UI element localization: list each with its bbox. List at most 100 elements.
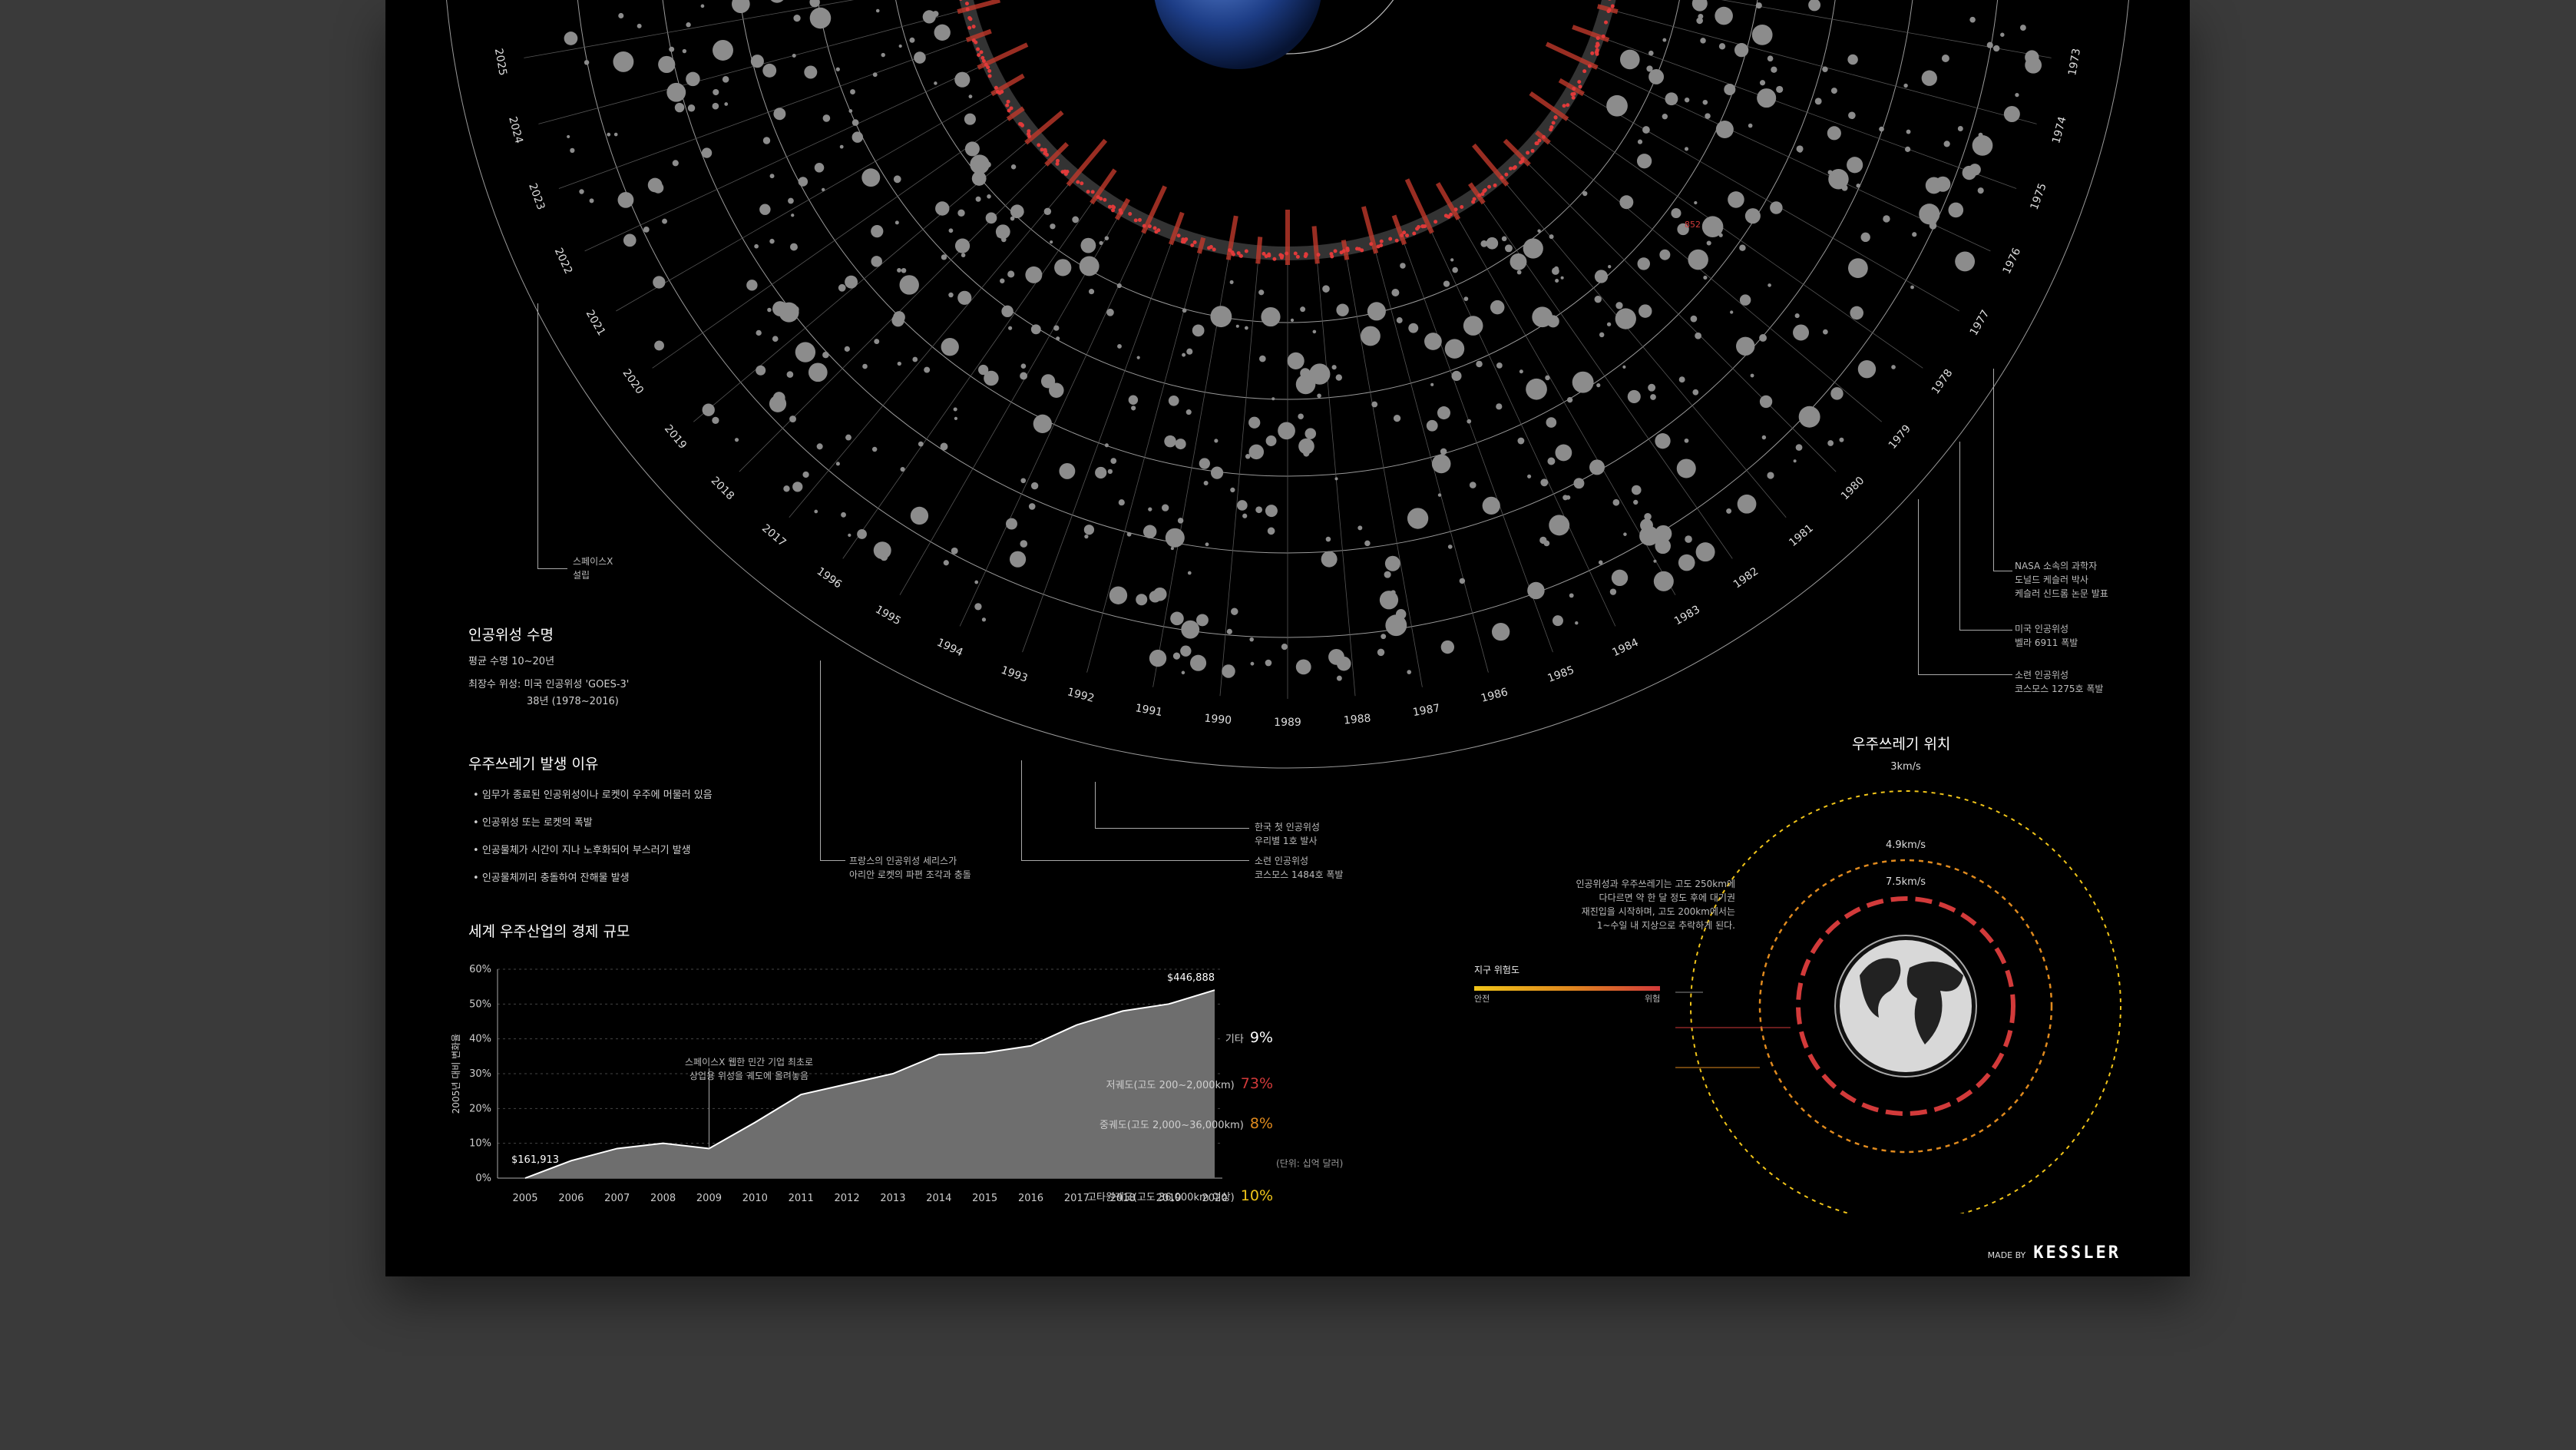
debris-dot [1079,256,1100,276]
debris-speck [1553,115,1558,120]
debris-dot [770,0,784,3]
debris-dot [898,44,902,48]
debris-dot [1919,204,1940,225]
debris-dot [1598,560,1603,565]
debris-dot [1230,487,1235,493]
debris-dot [1921,70,1937,86]
debris-speck [1244,249,1248,253]
year-label: 1983 [1672,604,1702,628]
annotation-spacex: 스페이스X 설립 [573,556,613,581]
debris-dot [1972,135,1993,156]
debris-speck [1272,257,1277,261]
debris-dot [1426,419,1438,432]
debris-dot [1271,397,1275,401]
debris-dot [901,267,907,273]
debris-dot [767,307,772,313]
debris-dot [1759,334,1767,342]
debris-speck [1610,4,1615,8]
debris-speck [1316,253,1321,257]
debris-dot [1110,458,1117,464]
debris-speck [1604,20,1609,25]
debris-dot [637,23,642,28]
debris-dot [918,441,924,447]
debris-speck [1400,233,1404,237]
debris-dot [875,8,880,13]
debris-speck [1345,248,1350,253]
debris-dot [1116,283,1122,289]
debris-dot [1798,406,1820,428]
debris-cause-title: 우주쓰레기 발생 이유 [468,756,599,773]
debris-dot [1030,482,1039,490]
debris-dot [2000,32,2005,37]
debris-dot [1560,276,1564,280]
debris-dot [1185,409,1192,415]
debris-dot [1054,259,1072,276]
debris-dot [1941,55,1949,62]
debris-dot [845,434,852,441]
debris-dot [1384,571,1391,578]
spoke-line [1564,117,1923,369]
debris-dot [1808,0,1821,12]
debris-speck [1500,175,1504,180]
debris-speck [1595,48,1599,52]
debris-dot [1177,518,1184,524]
debris-dot [1020,478,1027,484]
debris-speck [967,15,972,20]
debris-dot [1684,97,1690,103]
poster: 2025 2024 2023 2022 2021 2020 2019 2018 2017 1996… [385,0,2190,1276]
debris-cause-list: 임무가 종료된 인공위성이나 로켓이 우주에 머물러 있음 인공위성 또는 로켓… [473,786,713,897]
debris-dot [1648,50,1654,56]
debris-dot [1767,55,1774,62]
debris-speck [1027,129,1031,134]
debris-dot [1467,419,1472,424]
debris-speck [1339,250,1344,255]
debris-dot [1020,372,1028,380]
debris-dot [1619,579,1622,584]
debris-dot [1606,322,1612,326]
debris-dot [750,55,764,68]
debris-dot [1095,466,1107,479]
debris-dot [2019,25,2026,31]
debris-dot [1281,644,1288,651]
red-count-label: 852 [1685,220,1701,230]
debris-dot [1684,438,1689,443]
debris-dot [1424,333,1442,350]
debris-dot [1459,578,1466,584]
debris-dot [1170,611,1184,626]
debris-speck [1376,244,1381,249]
debris-dot [769,174,775,179]
debris-dot [848,109,853,113]
debris-dot [1259,355,1266,362]
debris-dot [623,233,637,247]
debris-dot [1636,154,1652,169]
debris-dot [941,254,947,260]
debris-speck [1388,237,1393,241]
debris-dot [1744,208,1761,224]
debris-speck [1238,253,1243,258]
debris-dot [1104,236,1109,240]
debris-dot [1730,310,1734,314]
debris-dot [759,204,771,215]
debris-speck [1043,149,1048,154]
debris-dot [791,214,795,217]
debris-speck [1099,197,1103,201]
spoke-line [1579,91,1959,312]
annotation-kosmos-1484: 소련 인공위성 코스모스 1484호 폭발 [1255,856,1344,880]
debris-dot [874,339,880,345]
debris-dot [1172,652,1181,660]
debris-dot [1377,648,1385,657]
debris-dot [1072,216,1080,223]
debris-dot [1655,433,1671,449]
debris-dot [1646,65,1653,72]
debris-dot [1633,499,1639,505]
debris-dot [1631,485,1642,495]
x-tick-label: 2017 [1064,1193,1090,1204]
debris-dot [934,24,951,41]
debris-speck [1480,192,1485,197]
debris-speck [1020,123,1024,127]
speed-label: 3km/s [1890,761,1921,773]
debris-dot [1653,559,1657,563]
debris-dot [1695,542,1715,562]
debris-dot [1546,417,1557,428]
debris-dot [1692,389,1699,396]
